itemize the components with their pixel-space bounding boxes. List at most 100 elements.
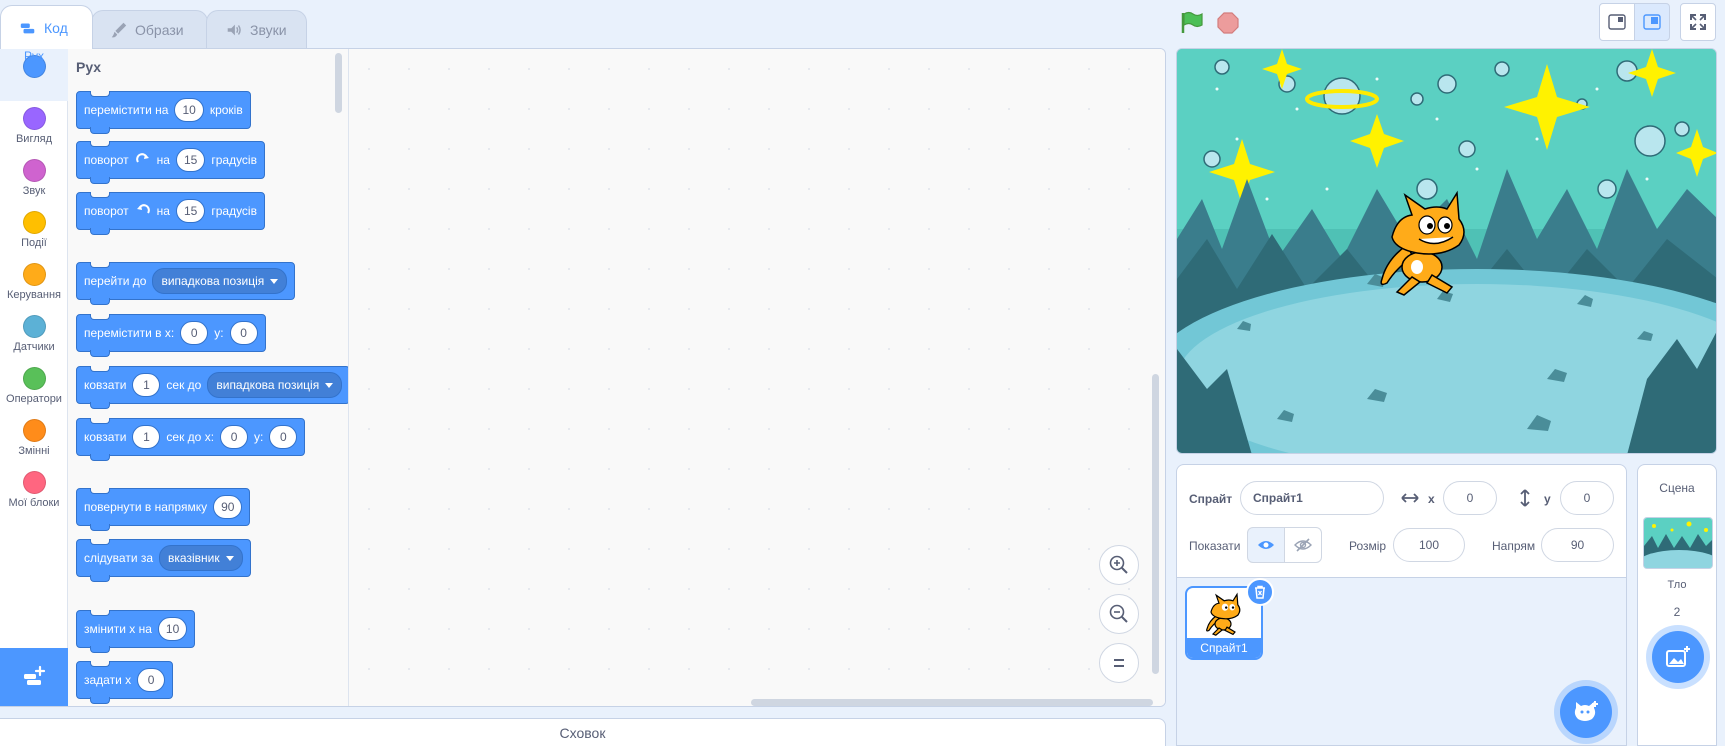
hide-sprite-button[interactable] bbox=[1284, 527, 1322, 563]
x-input[interactable]: 0 bbox=[220, 425, 249, 449]
x-set-input[interactable]: 0 bbox=[137, 668, 166, 692]
seconds-input[interactable]: 1 bbox=[132, 425, 161, 449]
block-text: градусів bbox=[211, 153, 257, 167]
category-control[interactable]: Керування bbox=[0, 257, 68, 309]
tab-costumes-label: Образи bbox=[135, 21, 184, 38]
y-arrows-icon bbox=[1520, 489, 1530, 507]
sprite-tile-name: Спрайт1 bbox=[1187, 638, 1261, 658]
stage-selector[interactable]: Сцена Тло 2 bbox=[1637, 464, 1717, 746]
add-extension-button[interactable] bbox=[0, 648, 68, 706]
show-sprite-button[interactable] bbox=[1247, 527, 1285, 563]
x-input[interactable]: 0 bbox=[1443, 481, 1497, 515]
degrees-input[interactable]: 15 bbox=[175, 199, 206, 223]
block-text: на bbox=[156, 153, 170, 167]
sprite-name-input[interactable]: Спрайт1 bbox=[1240, 481, 1384, 515]
glide-dropdown[interactable]: випадкова позиція bbox=[207, 372, 343, 398]
block-point-direction[interactable]: повернути в напрямку 90 bbox=[76, 488, 251, 531]
palette-scrollbar[interactable] bbox=[335, 53, 342, 113]
zoom-out-icon bbox=[1109, 604, 1128, 623]
category-sound[interactable]: Звук bbox=[0, 153, 68, 205]
dropdown-value: випадкова позиція bbox=[161, 274, 265, 288]
control-dot-icon bbox=[22, 263, 46, 286]
block-text: y: bbox=[214, 326, 224, 340]
caret-down-icon bbox=[325, 382, 334, 388]
tab-costumes[interactable]: Образи bbox=[91, 10, 208, 48]
add-backdrop-button[interactable] bbox=[1652, 631, 1704, 683]
workspace-vertical-scrollbar[interactable] bbox=[1152, 374, 1159, 674]
seconds-input[interactable]: 1 bbox=[132, 373, 161, 397]
category-label: Датчики bbox=[13, 341, 55, 353]
add-sprite-button[interactable] bbox=[1560, 686, 1612, 738]
category-sensing[interactable]: Датчики bbox=[0, 309, 68, 361]
tab-code[interactable]: Код bbox=[0, 5, 93, 49]
steps-input[interactable]: 10 bbox=[174, 98, 204, 122]
backdrop-thumbnail[interactable] bbox=[1643, 517, 1713, 569]
block-glide-xy[interactable]: ковзати 1 сек до x: 0 y: 0 bbox=[76, 418, 306, 461]
workspace-horizontal-scrollbar[interactable] bbox=[751, 699, 1153, 706]
normal-stage-button[interactable] bbox=[1634, 3, 1670, 41]
cat-add-icon bbox=[1574, 701, 1598, 721]
category-my-blocks[interactable]: Мої блоки bbox=[0, 465, 68, 517]
small-stage-button[interactable] bbox=[1599, 3, 1635, 41]
size-label: Розмір bbox=[1349, 539, 1387, 553]
show-label: Показати bbox=[1189, 539, 1241, 553]
fullscreen-button[interactable] bbox=[1680, 3, 1716, 41]
backpack-bar[interactable]: Сховок bbox=[0, 718, 1166, 746]
y-input[interactable]: 0 bbox=[269, 425, 298, 449]
category-variables[interactable]: Змінні bbox=[0, 413, 68, 465]
eye-icon bbox=[1258, 541, 1274, 549]
x-input[interactable]: 0 bbox=[180, 321, 209, 345]
block-text: перемістити в x: bbox=[84, 326, 175, 340]
category-looks[interactable]: Вигляд bbox=[0, 101, 68, 153]
block-goto-xy[interactable]: перемістити в x: 0 y: 0 bbox=[76, 314, 266, 357]
zoom-reset-button[interactable] bbox=[1099, 643, 1139, 683]
block-change-x[interactable]: змінити x на 10 bbox=[76, 610, 196, 653]
y-input[interactable]: 0 bbox=[229, 321, 258, 345]
block-move-steps[interactable]: перемістити на 10 кроків bbox=[76, 91, 251, 134]
block-glide-to[interactable]: ковзати 1 сек до випадкова позиція bbox=[76, 366, 348, 409]
block-set-x[interactable]: задати x 0 bbox=[76, 661, 174, 704]
size-input[interactable]: 100 bbox=[1393, 528, 1465, 562]
direction-input[interactable]: 90 bbox=[1541, 528, 1614, 562]
block-text: ковзати bbox=[84, 430, 127, 444]
x-change-input[interactable]: 10 bbox=[157, 617, 188, 641]
degrees-input[interactable]: 15 bbox=[175, 148, 206, 172]
rotate-left-icon bbox=[136, 204, 150, 214]
goto-dropdown[interactable]: випадкова позиція bbox=[152, 268, 288, 294]
block-point-towards[interactable]: слідувати за вказівник bbox=[76, 539, 251, 582]
code-area: Рух Вигляд Звук Події Керування Датчики … bbox=[0, 48, 1166, 707]
stop-icon[interactable] bbox=[1217, 12, 1239, 34]
speaker-icon bbox=[227, 24, 241, 35]
block-turn-left[interactable]: поворот на 15 градусів bbox=[76, 192, 265, 235]
category-label: Звук bbox=[22, 185, 46, 197]
category-operators[interactable]: Оператори bbox=[0, 361, 68, 413]
zoom-out-button[interactable] bbox=[1099, 594, 1139, 634]
category-events[interactable]: Події bbox=[0, 205, 68, 257]
block-text: на bbox=[156, 204, 170, 218]
green-flag-icon[interactable] bbox=[1179, 11, 1205, 35]
category-label: Вигляд bbox=[15, 133, 53, 145]
image-add-icon bbox=[1666, 646, 1690, 667]
delete-sprite-button[interactable] bbox=[1246, 578, 1274, 606]
block-text: ковзати bbox=[84, 378, 127, 392]
block-turn-right[interactable]: поворот на 15 градусів bbox=[76, 141, 265, 184]
block-text: градусів bbox=[211, 204, 257, 218]
towards-dropdown[interactable]: вказівник bbox=[159, 545, 243, 571]
trash-icon bbox=[1255, 585, 1265, 599]
script-workspace[interactable] bbox=[349, 49, 1165, 706]
direction-input[interactable]: 90 bbox=[213, 495, 243, 519]
rotate-right-icon bbox=[135, 153, 149, 163]
category-motion[interactable]: Рух bbox=[0, 49, 68, 101]
tab-sounds[interactable]: Звуки bbox=[206, 10, 307, 48]
sprite-list: Спрайт1 bbox=[1176, 578, 1627, 746]
block-text: сек до bbox=[166, 378, 202, 392]
stage-canvas[interactable] bbox=[1176, 48, 1717, 454]
sprite-info-panel: Спрайт Спрайт1 x 0 y 0 Показати Розмір 1… bbox=[1176, 464, 1627, 578]
block-goto[interactable]: перейти до випадкова позиція bbox=[76, 262, 296, 305]
category-menu: Рух Вигляд Звук Події Керування Датчики … bbox=[0, 49, 68, 648]
tab-code-label: Код bbox=[44, 19, 68, 36]
backpack-label: Сховок bbox=[559, 725, 606, 741]
caret-down-icon bbox=[225, 555, 234, 561]
y-input[interactable]: 0 bbox=[1560, 481, 1614, 515]
zoom-in-button[interactable] bbox=[1099, 545, 1139, 585]
